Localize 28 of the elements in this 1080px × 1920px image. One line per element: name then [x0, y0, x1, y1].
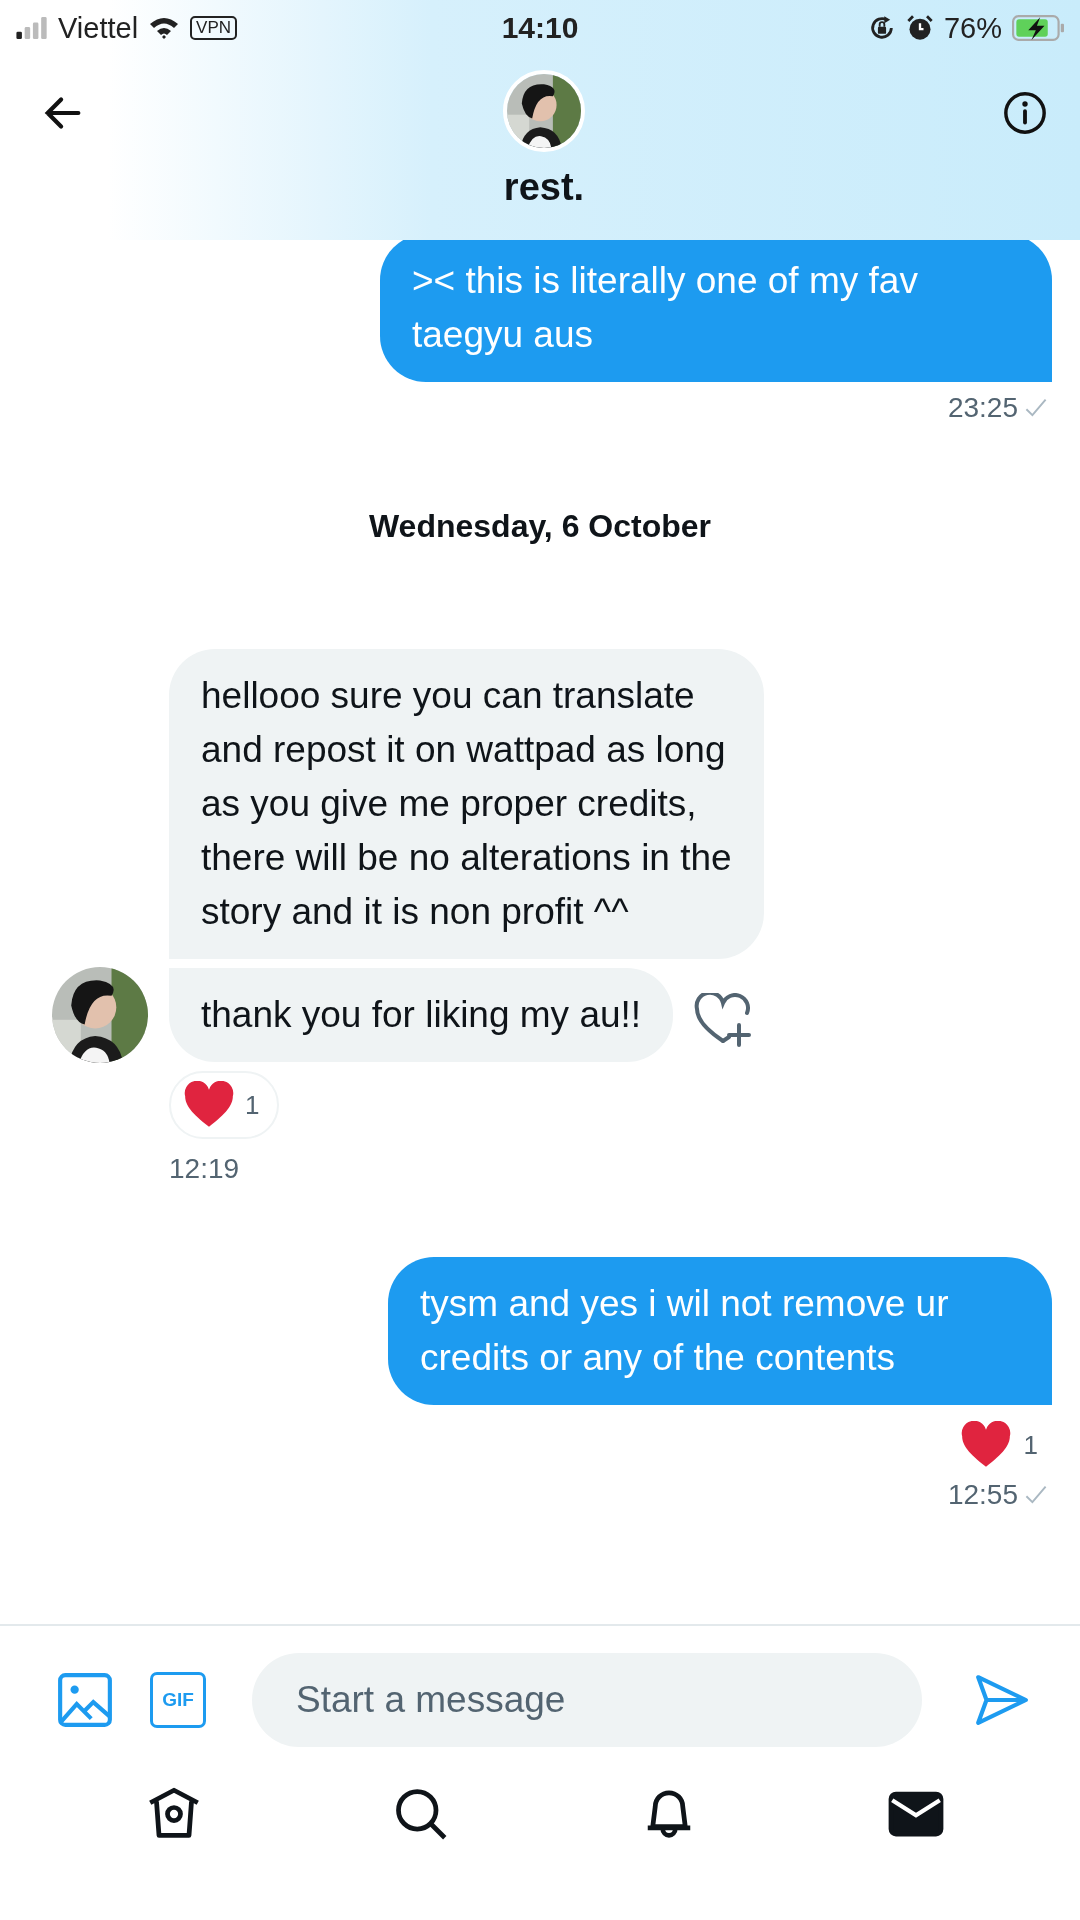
heart-icon [959, 1421, 1012, 1469]
add-reaction-button[interactable] [693, 993, 754, 1049]
received-message-bubble: thank you for liking my au!! [169, 968, 674, 1062]
image-button[interactable] [56, 1671, 114, 1729]
message-time: 12:19 [169, 1153, 240, 1185]
message-input[interactable]: Start a message [252, 1653, 922, 1747]
carrier-name: Viettel [58, 11, 139, 45]
wifi-icon [148, 16, 181, 40]
clock-time: 14:10 [501, 11, 579, 45]
alarm-icon [905, 14, 934, 42]
message-time: 12:55 [947, 1479, 1018, 1511]
conversation-title: rest. [503, 166, 585, 209]
sent-message-bubble: tysm and yes i wil not remove ur credits or any of the contents [388, 1257, 1052, 1405]
heart-plus-icon [693, 993, 754, 1049]
battery-percent: 76% [943, 11, 1002, 45]
reaction-pill[interactable]: 1 [169, 1071, 280, 1139]
battery-icon [1012, 14, 1064, 42]
vpn-badge: VPN [190, 16, 238, 40]
date-separator: Wednesday, 6 October [369, 508, 711, 545]
reaction-count: 1 [1023, 1429, 1038, 1461]
message-time: 23:25 [947, 392, 1018, 424]
sent-message-bubble: >< this is literally one of my fav taegyu aus [380, 240, 1052, 382]
signal-icon [16, 17, 48, 39]
image-icon [56, 1671, 114, 1729]
reaction-count: 1 [245, 1089, 260, 1121]
heart-icon [183, 1081, 235, 1129]
received-message-bubble: hellooo sure you can translate and repost it on wattpad as long as you give me proper credits, there will be no alterations in the story and it is non profit ^^ [169, 649, 764, 959]
info-icon [1002, 90, 1048, 136]
